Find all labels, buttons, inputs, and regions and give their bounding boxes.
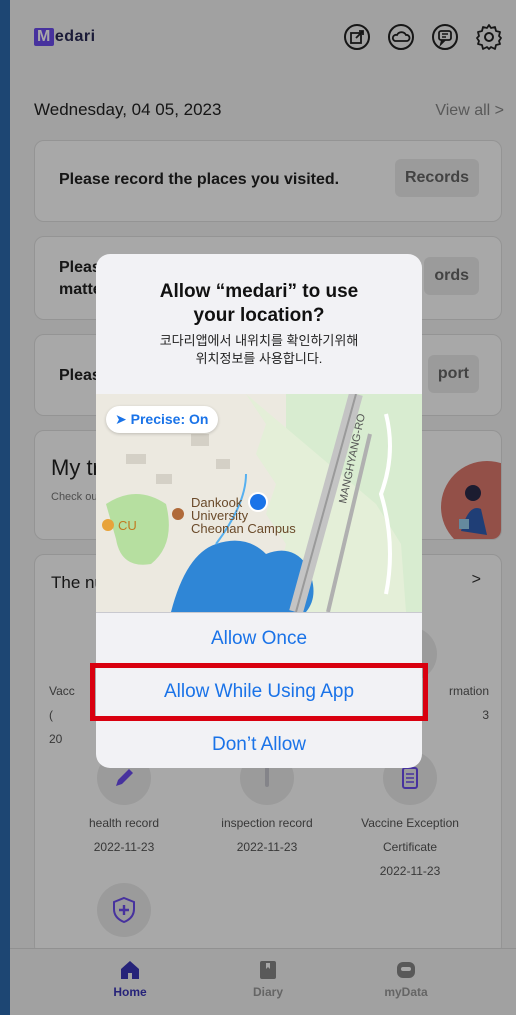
alert-title: Allow “medari” to use your location? bbox=[159, 281, 359, 326]
allow-once-button[interactable]: Allow Once bbox=[96, 612, 422, 665]
alert-message: 코다리앱에서 내위치를 확인하기위해 위치정보를 사용합니다. bbox=[159, 333, 359, 366]
location-map: Dankook University Cheonan Campus CU MAN… bbox=[96, 392, 422, 614]
dont-allow-button[interactable]: Don’t Allow bbox=[96, 718, 422, 768]
map-place-label: Cheonan Campus bbox=[191, 521, 296, 536]
map-store-label: CU bbox=[118, 518, 137, 533]
location-arrow-icon: ➤ bbox=[115, 411, 127, 427]
highlight-box bbox=[90, 663, 428, 721]
precise-toggle[interactable]: ➤ Precise: On bbox=[106, 406, 219, 433]
